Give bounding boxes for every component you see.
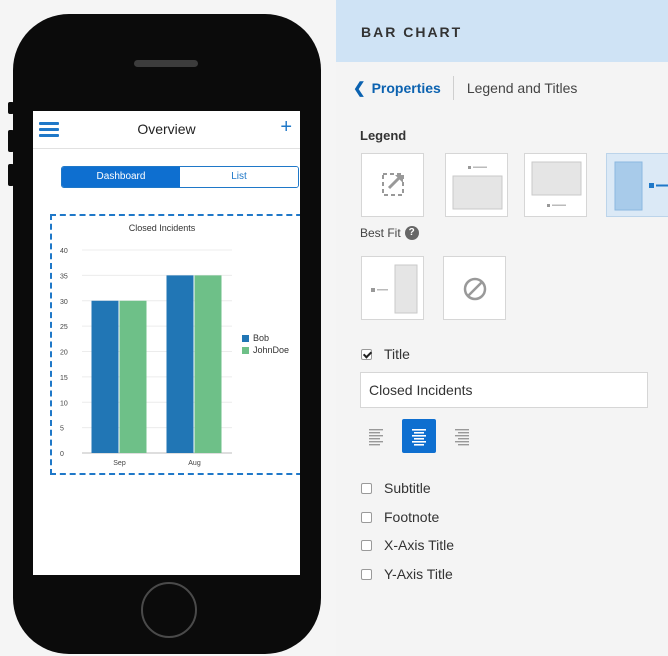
- legend-label: Bob: [253, 333, 269, 343]
- legend-section-label: Legend: [360, 128, 407, 143]
- subtitle-checkbox-row[interactable]: Subtitle: [361, 480, 431, 496]
- chart-container[interactable]: Closed Incidents 0 5 10 15 20 25 30 35 40 Sep Aug Bo…: [50, 214, 300, 475]
- tab-dashboard[interactable]: Dashboard: [62, 167, 180, 187]
- y-axis-title-checkbox-row[interactable]: Y-Axis Title: [361, 566, 453, 582]
- properties-panel: BAR CHART ❮ Properties Legend and Titles …: [336, 0, 668, 656]
- breadcrumb-current: Legend and Titles: [466, 80, 578, 96]
- bar: [91, 300, 119, 453]
- best-fit-caption: Best Fit ?: [360, 226, 419, 240]
- align-right-icon: [455, 429, 469, 446]
- panel-header: BAR CHART: [336, 0, 668, 62]
- back-to-properties-link[interactable]: ❮ Properties: [353, 79, 441, 97]
- help-icon[interactable]: ?: [404, 226, 419, 240]
- y-tick-label: 0: [60, 451, 64, 458]
- y-axis-title-checkbox[interactable]: [361, 568, 372, 580]
- legend-right-icon: [614, 161, 668, 211]
- phone-frame: Overview + Dashboard List Closed Inciden…: [8, 14, 321, 654]
- legend-swatch: [242, 347, 249, 354]
- legend-bottom-icon: [531, 161, 582, 207]
- chart-title: Closed Incidents: [129, 223, 196, 233]
- phone-screen: Overview + Dashboard List Closed Inciden…: [33, 111, 300, 575]
- bar: [194, 275, 222, 453]
- title-checkbox-label: Title: [384, 346, 410, 362]
- align-center-icon: [412, 429, 426, 446]
- best-fit-label: Best Fit: [360, 226, 401, 240]
- back-link-label: Properties: [371, 80, 441, 96]
- y-tick-label: 5: [60, 426, 64, 433]
- add-icon[interactable]: +: [280, 116, 292, 139]
- y-tick-label: 40: [60, 248, 68, 255]
- footnote-checkbox-row[interactable]: Footnote: [361, 509, 439, 525]
- app-header: Overview +: [33, 111, 300, 149]
- view-switcher: Dashboard List: [61, 166, 299, 188]
- y-tick-label: 35: [60, 273, 68, 280]
- subtitle-checkbox-label: Subtitle: [384, 480, 431, 496]
- no-legend-icon: [463, 277, 487, 301]
- best-fit-icon: [382, 173, 404, 196]
- app-title: Overview: [137, 121, 196, 137]
- footnote-checkbox-label: Footnote: [384, 509, 440, 525]
- legend-left-icon: [371, 264, 418, 314]
- x-axis-title-checkbox-row[interactable]: X-Axis Title: [361, 537, 454, 553]
- y-tick-label: 15: [60, 375, 68, 382]
- x-axis-title-checkbox[interactable]: [361, 539, 372, 551]
- phone-mute-switch: [8, 102, 14, 114]
- phone-volume-down: [8, 164, 14, 186]
- footnote-checkbox[interactable]: [361, 511, 372, 523]
- align-right-button[interactable]: [444, 419, 478, 453]
- title-text-input[interactable]: Closed Incidents: [360, 372, 648, 408]
- bar-chart: Closed Incidents 0 5 10 15 20 25 30 35 40 Sep Aug Bo…: [60, 223, 289, 467]
- phone-home-button: [141, 582, 197, 638]
- x-axis-title-checkbox-label: X-Axis Title: [384, 537, 455, 553]
- legend-bottom-tile[interactable]: [524, 153, 587, 217]
- bar: [166, 275, 194, 453]
- breadcrumb-divider: [452, 76, 454, 100]
- legend-label: JohnDoe: [253, 345, 289, 355]
- align-center-button[interactable]: [402, 419, 436, 453]
- y-axis-title-checkbox-label: Y-Axis Title: [384, 566, 453, 582]
- legend-left-tile[interactable]: [361, 256, 424, 320]
- x-tick-label: Sep: [113, 460, 126, 467]
- preview-canvas: Overview + Dashboard List Closed Inciden…: [0, 0, 336, 656]
- subtitle-checkbox[interactable]: [361, 482, 372, 494]
- legend-best-fit-tile[interactable]: [361, 153, 424, 217]
- phone-volume-up: [8, 130, 14, 152]
- title-checkbox-row[interactable]: Title: [361, 346, 410, 362]
- legend-swatch: [242, 335, 249, 342]
- legend-none-tile[interactable]: [443, 256, 506, 320]
- y-tick-label: 25: [60, 324, 68, 331]
- tab-list[interactable]: List: [180, 167, 298, 187]
- legend-top-icon: [452, 166, 503, 210]
- breadcrumb: ❮ Properties Legend and Titles: [353, 74, 577, 102]
- title-checkbox[interactable]: [361, 348, 372, 360]
- y-tick-label: 10: [60, 400, 68, 407]
- x-tick-label: Aug: [188, 460, 201, 467]
- chevron-left-icon: ❮: [353, 80, 366, 97]
- phone-speaker: [134, 60, 198, 67]
- align-left-icon: [369, 429, 383, 446]
- y-tick-label: 30: [60, 299, 68, 306]
- y-tick-label: 20: [60, 350, 68, 357]
- legend-right-tile[interactable]: [606, 153, 668, 217]
- align-left-button[interactable]: [360, 419, 394, 453]
- legend-top-tile[interactable]: [445, 153, 508, 217]
- bar: [119, 300, 147, 453]
